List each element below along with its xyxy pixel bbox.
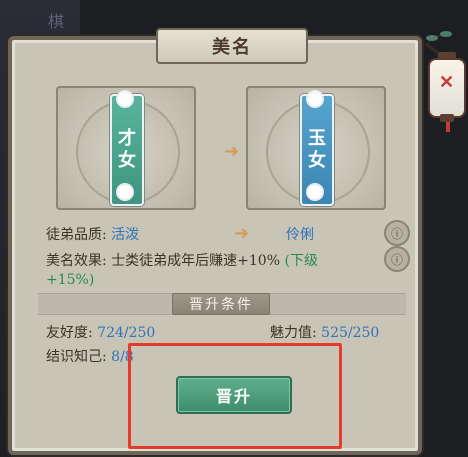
flower-icon (308, 185, 322, 199)
effect-label: 美名效果: (46, 253, 107, 269)
quality-row: 徒弟品质: 活泼 (46, 224, 139, 244)
lantern-icon (440, 114, 454, 122)
banner-char-1: 才 (118, 128, 136, 149)
highlight-outline (128, 343, 342, 449)
friendliness-row: 友好度: 724/250 (46, 322, 155, 342)
banner-char-2: 女 (118, 150, 136, 171)
effect-text-part3: +15%) (46, 272, 95, 288)
acquaintance-row: 结识知己: 8/8 (46, 346, 134, 366)
charm-row: 魅力值: 525/250 (270, 322, 379, 342)
banner-char-2: 女 (308, 150, 326, 171)
current-title-card: 才 女 (56, 86, 196, 210)
banner-char-1: 玉 (308, 128, 326, 149)
effect-row-line2: +15%) (46, 272, 94, 288)
charm-label: 魅力值: (270, 325, 317, 341)
info-icon[interactable]: ⓘ (384, 220, 410, 246)
lantern-icon: ✕ (439, 72, 455, 93)
flower-icon (308, 92, 322, 106)
panel-title: 美名 (156, 28, 308, 64)
upgrade-conditions-title: 晋升条件 (172, 293, 270, 315)
info-icon[interactable]: ⓘ (384, 246, 410, 272)
next-title-card: 玉 女 (246, 86, 386, 210)
flower-icon (118, 92, 132, 106)
quality-from: 活泼 (111, 227, 140, 243)
arrow-right-icon: ➜ (234, 223, 250, 244)
quality-to-row: 伶俐 (286, 224, 314, 244)
acquaintance-label: 结识知己: (46, 349, 107, 365)
quality-label: 徒弟品质: (46, 227, 107, 243)
quality-to: 伶俐 (286, 227, 314, 243)
effect-text-part2: (下级 (284, 253, 318, 269)
lantern-icon (446, 122, 450, 132)
background-character: 棋 (48, 12, 65, 31)
friendliness-value: 724/250 (97, 325, 156, 341)
flower-icon (118, 185, 132, 199)
effect-text-part1: 士类徒弟成年后赚速+10% (111, 253, 281, 269)
friendliness-label: 友好度: (46, 325, 93, 341)
arrow-right-icon: ➜ (224, 141, 240, 162)
effect-row: 美名效果: 士类徒弟成年后赚速+10% (下级 (46, 250, 386, 270)
charm-value: 525/250 (321, 325, 380, 341)
